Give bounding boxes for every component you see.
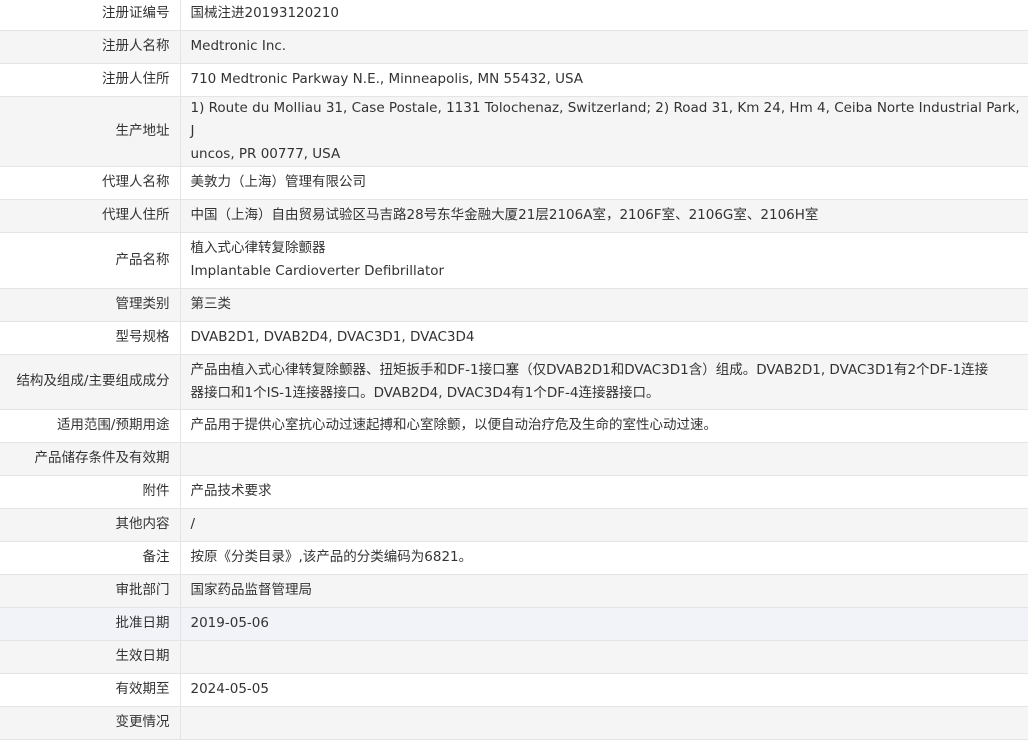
row-effective-date: 生效日期 bbox=[0, 640, 1028, 674]
label-prod-address: 生产地址 bbox=[0, 96, 181, 167]
value-product-name: 植入式心律转复除颤器 Implantable Cardioverter Defi… bbox=[180, 232, 1028, 289]
product-name-cn: 植入式心律转复除颤器 bbox=[190, 240, 326, 256]
row-changes: 变更情况 bbox=[0, 706, 1028, 740]
label-approval-dept: 审批部门 bbox=[0, 574, 181, 608]
label-scope: 适用范围/预期用途 bbox=[0, 409, 181, 443]
value-effective-date bbox=[180, 640, 1028, 674]
value-scope: 产品用于提供心室抗心动过速起搏和心室除颤，以便自动治疗危及生命的室性心动过速。 bbox=[180, 409, 1028, 443]
row-approval-dept: 审批部门 国家药品监督管理局 bbox=[0, 574, 1028, 608]
value-agent-address: 中国（上海）自由贸易试验区马吉路28号东华金融大厦21层2106A室，2106F… bbox=[180, 199, 1028, 233]
prod-address-line-2: uncos, PR 00777, USA bbox=[190, 145, 341, 162]
structure-line-1: 产品由植入式心律转复除颤器、扭矩扳手和DF-1接口塞（仅DVAB2D1和DVAC… bbox=[190, 361, 989, 378]
row-remark: 备注 按原《分类目录》,该产品的分类编码为6821。 bbox=[0, 541, 1028, 575]
row-agent-name: 代理人名称 美敦力（上海）管理有限公司 bbox=[0, 166, 1028, 200]
value-other: / bbox=[180, 508, 1028, 542]
row-scope: 适用范围/预期用途 产品用于提供心室抗心动过速起搏和心室除颤，以便自动治疗危及生… bbox=[0, 409, 1028, 443]
row-agent-address: 代理人住所 中国（上海）自由贸易试验区马吉路28号东华金融大厦21层2106A室… bbox=[0, 199, 1028, 233]
label-reg-address: 注册人住所 bbox=[0, 63, 181, 97]
row-valid-until: 有效期至 2024-05-05 bbox=[0, 673, 1028, 707]
value-attachment: 产品技术要求 bbox=[180, 475, 1028, 509]
label-effective-date: 生效日期 bbox=[0, 640, 181, 674]
value-prod-address: 1) Route du Molliau 31, Case Postale, 11… bbox=[180, 96, 1028, 167]
value-agent-name: 美敦力（上海）管理有限公司 bbox=[180, 166, 1028, 200]
value-reg-address: 710 Medtronic Parkway N.E., Minneapolis,… bbox=[180, 63, 1028, 97]
label-changes: 变更情况 bbox=[0, 706, 181, 740]
label-mgmt-class: 管理类别 bbox=[0, 288, 181, 322]
product-name-en: Implantable Cardioverter Defibrillator bbox=[190, 263, 445, 279]
row-approval-date: 批准日期 2019-05-06 bbox=[0, 607, 1028, 641]
row-attachment: 附件 产品技术要求 bbox=[0, 475, 1028, 509]
row-reg-address: 注册人住所 710 Medtronic Parkway N.E., Minnea… bbox=[0, 63, 1028, 97]
label-storage: 产品储存条件及有效期 bbox=[0, 442, 181, 476]
row-product-name: 产品名称 植入式心律转复除颤器 Implantable Cardioverter… bbox=[0, 232, 1028, 289]
row-mgmt-class: 管理类别 第三类 bbox=[0, 288, 1028, 322]
row-reg-no: 注册证编号 国械注进20193120210 bbox=[0, 0, 1028, 31]
row-models: 型号规格 DVAB2D1, DVAB2D4, DVAC3D1, DVAC3D4 bbox=[0, 321, 1028, 355]
row-structure: 结构及组成/主要组成成分 产品由植入式心律转复除颤器、扭矩扳手和DF-1接口塞（… bbox=[0, 354, 1028, 410]
row-other: 其他内容 / bbox=[0, 508, 1028, 542]
label-agent-name: 代理人名称 bbox=[0, 166, 181, 200]
label-structure: 结构及组成/主要组成成分 bbox=[0, 354, 181, 410]
value-structure: 产品由植入式心律转复除颤器、扭矩扳手和DF-1接口塞（仅DVAB2D1和DVAC… bbox=[180, 354, 1028, 410]
label-valid-until: 有效期至 bbox=[0, 673, 181, 707]
structure-line-2: 器接口和1个IS-1连接器接口。DVAB2D4, DVAC3D4有1个DF-4连… bbox=[190, 384, 660, 401]
label-reg-no: 注册证编号 bbox=[0, 0, 181, 31]
value-remark: 按原《分类目录》,该产品的分类编码为6821。 bbox=[180, 541, 1028, 575]
value-changes bbox=[180, 706, 1028, 740]
prod-address-line-1: 1) Route du Molliau 31, Case Postale, 11… bbox=[190, 99, 1020, 139]
label-models: 型号规格 bbox=[0, 321, 181, 355]
registration-detail-table: 注册证编号 国械注进20193120210 注册人名称 Medtronic In… bbox=[0, 0, 1028, 740]
value-registrant: Medtronic Inc. bbox=[180, 30, 1028, 64]
value-models: DVAB2D1, DVAB2D4, DVAC3D1, DVAC3D4 bbox=[180, 321, 1028, 355]
value-storage bbox=[180, 442, 1028, 476]
row-prod-address: 生产地址 1) Route du Molliau 31, Case Postal… bbox=[0, 96, 1028, 167]
value-reg-no: 国械注进20193120210 bbox=[180, 0, 1028, 31]
label-approval-date: 批准日期 bbox=[0, 607, 181, 641]
label-product-name: 产品名称 bbox=[0, 232, 181, 289]
value-valid-until: 2024-05-05 bbox=[180, 673, 1028, 707]
label-agent-address: 代理人住所 bbox=[0, 199, 181, 233]
value-mgmt-class: 第三类 bbox=[180, 288, 1028, 322]
value-approval-date: 2019-05-06 bbox=[180, 607, 1028, 641]
row-storage: 产品储存条件及有效期 bbox=[0, 442, 1028, 476]
label-remark: 备注 bbox=[0, 541, 181, 575]
label-attachment: 附件 bbox=[0, 475, 181, 509]
row-registrant: 注册人名称 Medtronic Inc. bbox=[0, 30, 1028, 64]
label-registrant: 注册人名称 bbox=[0, 30, 181, 64]
value-approval-dept: 国家药品监督管理局 bbox=[180, 574, 1028, 608]
label-other: 其他内容 bbox=[0, 508, 181, 542]
